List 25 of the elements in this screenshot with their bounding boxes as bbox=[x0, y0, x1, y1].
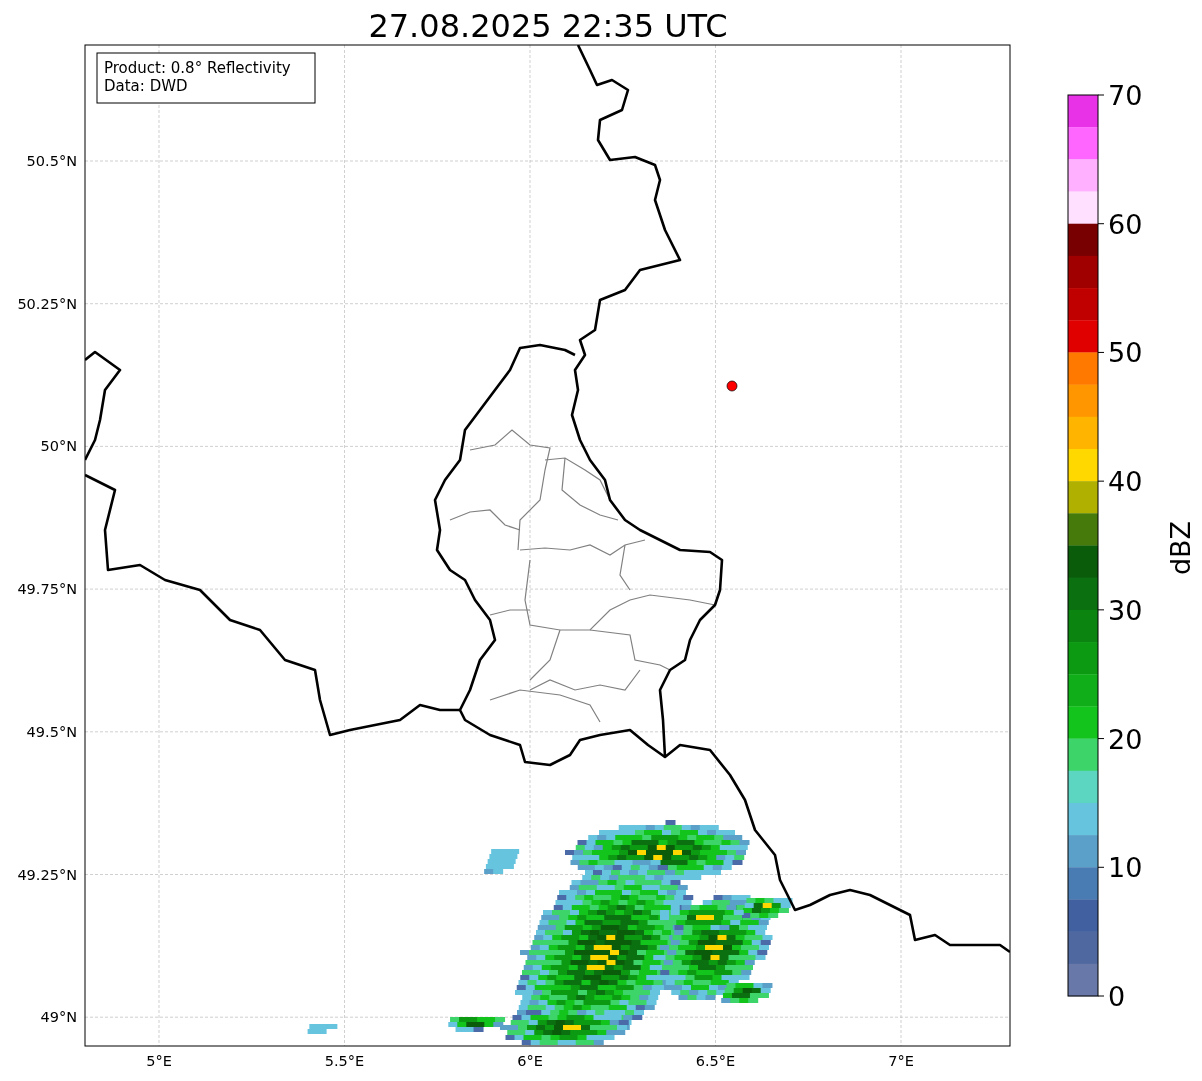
chart-title: 27.08.2025 22:35 UTC bbox=[368, 7, 728, 45]
latitude-label: 50.25°N bbox=[17, 295, 77, 312]
longitude-label: 7°E bbox=[888, 1053, 914, 1069]
longitude-label: 6°E bbox=[517, 1053, 543, 1069]
colorbar-tick-label: 10 bbox=[1108, 852, 1143, 884]
radar-site-marker bbox=[726, 380, 738, 392]
colorbar-tick-label: 70 bbox=[1108, 80, 1143, 111]
info-text: Product: 0.8° Reflectivity bbox=[104, 59, 291, 77]
latitude-label: 49.25°N bbox=[17, 866, 77, 883]
colorbar-tick-label: 40 bbox=[1108, 466, 1143, 498]
colorbar-label: dBZ bbox=[1165, 520, 1196, 576]
latitude-label: 49.5°N bbox=[26, 723, 77, 740]
latitude-label: 49°N bbox=[40, 1009, 77, 1026]
longitude-label: 5.5°E bbox=[324, 1053, 365, 1069]
colorbar-tick-label: 30 bbox=[1108, 594, 1143, 626]
latitude-label: 50.5°N bbox=[26, 153, 77, 169]
colorbar-tick-label: 50 bbox=[1108, 337, 1143, 369]
colorbar-tick-label: 20 bbox=[1108, 723, 1143, 755]
latitude-label: 50°N bbox=[40, 438, 77, 455]
colorbar-tick-label: 60 bbox=[1108, 208, 1143, 240]
longitude-label: 5°E bbox=[146, 1053, 172, 1069]
longitude-label: 6.5°E bbox=[695, 1053, 736, 1069]
colorbar-tick-label: 0 bbox=[1108, 981, 1126, 1012]
info-text: Data: DWD bbox=[104, 77, 188, 95]
latitude-label: 49.75°N bbox=[17, 581, 77, 598]
